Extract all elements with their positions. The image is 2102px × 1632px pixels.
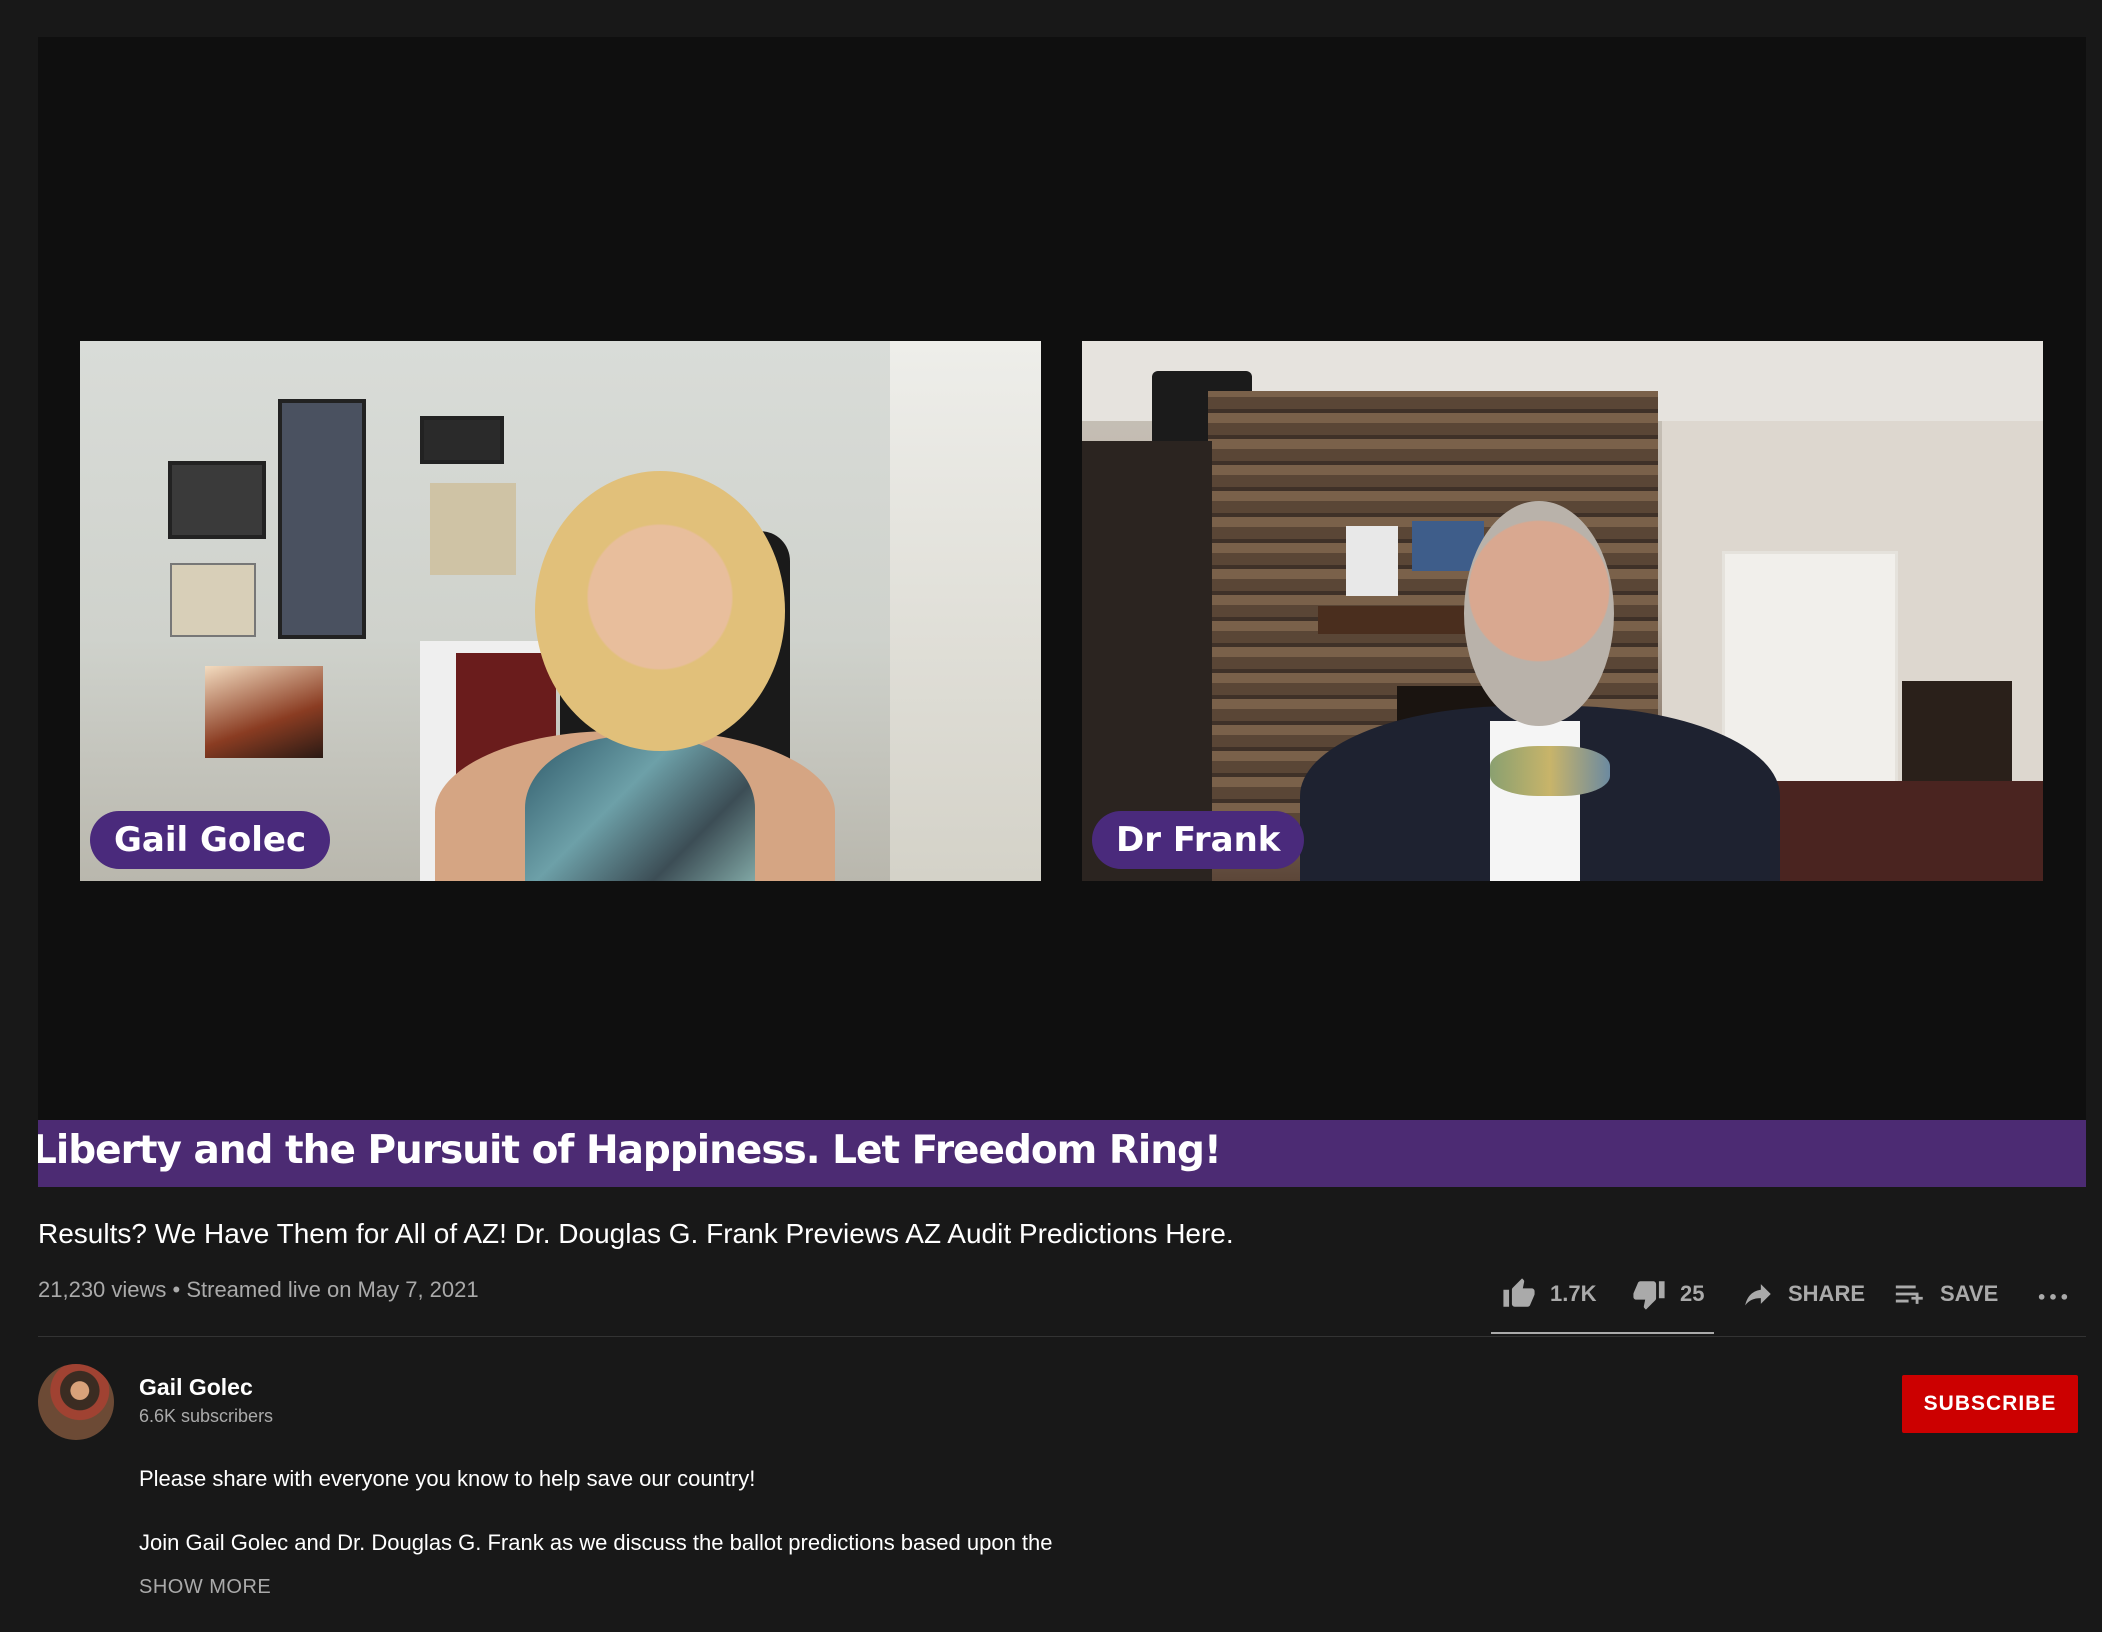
participant-name-tag: Gail Golec — [90, 811, 331, 869]
show-more-button[interactable]: SHOW MORE — [139, 1576, 271, 1599]
share-label: SHARE — [1788, 1281, 1866, 1306]
doorway — [890, 341, 1041, 881]
divider — [38, 1336, 2086, 1337]
playlist-add-icon — [1895, 1285, 1923, 1304]
chair — [1902, 681, 2012, 791]
lower-third-banner: Liberty and the Pursuit of Happiness. Le… — [38, 1120, 2086, 1187]
like-ratio-bar — [1491, 1332, 1714, 1334]
video-title: Results? We Have Them for All of AZ! Dr.… — [38, 1218, 1234, 1249]
channel-avatar[interactable] — [38, 1364, 114, 1440]
video-player[interactable]: Gail Golec Dr Frank Liberty and the Purs… — [38, 37, 2086, 1187]
wall-picture — [278, 399, 366, 639]
wall-sign — [430, 483, 516, 575]
subscribe-button[interactable]: SUBSCRIBE — [1902, 1375, 2078, 1433]
wall-sign — [170, 563, 256, 637]
wall-picture — [420, 416, 504, 464]
person-head — [1464, 501, 1614, 726]
share-arrow-icon — [1745, 1284, 1771, 1306]
more-actions-button[interactable] — [2036, 1277, 2082, 1311]
save-button[interactable]: SAVE — [1892, 1277, 1998, 1311]
subscriber-count: 6.6K subscribers — [139, 1406, 274, 1426]
save-label: SAVE — [1940, 1281, 1999, 1306]
dislike-count: 25 — [1680, 1281, 1705, 1306]
bow-tie — [1490, 746, 1610, 796]
participant-name-tag: Dr Frank — [1092, 811, 1305, 869]
person-shirt — [1490, 721, 1580, 881]
participant-video-right: Dr Frank — [1082, 341, 2043, 881]
dislike-button[interactable]: 25 — [1630, 1277, 1704, 1311]
video-meta: 21,230 views • Streamed live on May 7, 2… — [38, 1277, 479, 1302]
participant-video-left: Gail Golec — [80, 341, 1041, 881]
wall-picture — [205, 666, 323, 758]
thumbs-up-icon — [1503, 1278, 1535, 1307]
description-line: Please share with everyone you know to h… — [139, 1466, 756, 1491]
thumbs-down-icon — [1633, 1281, 1665, 1310]
wall-picture — [168, 461, 266, 539]
channel-name[interactable]: Gail Golec — [139, 1374, 253, 1401]
more-horizontal-icon — [2038, 1294, 2068, 1300]
description-line: Join Gail Golec and Dr. Douglas G. Frank… — [139, 1530, 1053, 1555]
like-count: 1.7K — [1550, 1281, 1597, 1306]
person-head — [535, 471, 785, 751]
person-top — [525, 736, 755, 881]
banner-text: Liberty and the Pursuit of Happiness. Le… — [38, 1128, 1222, 1173]
like-button[interactable]: 1.7K — [1500, 1277, 1596, 1311]
mantel-frame — [1346, 526, 1398, 596]
share-button[interactable]: SHARE — [1740, 1277, 1865, 1311]
